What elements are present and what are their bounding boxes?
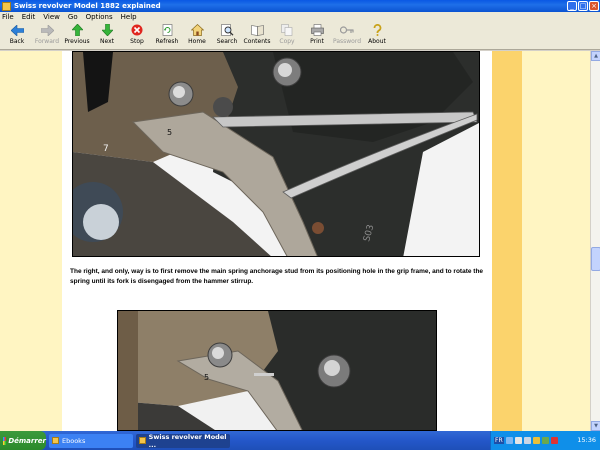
window-title: Swiss revolver Model 1882 explained <box>14 2 161 10</box>
print-icon <box>310 24 324 36</box>
scroll-up-button[interactable]: ▲ <box>591 51 600 61</box>
menu-edit[interactable]: Edit <box>22 13 36 21</box>
home-button[interactable]: Home <box>182 22 212 48</box>
about-icon <box>370 24 384 36</box>
password-button[interactable]: Password <box>332 22 362 48</box>
tray-antivirus-icon[interactable] <box>550 437 558 444</box>
folder-icon <box>52 437 59 444</box>
minimize-button[interactable]: _ <box>567 1 577 11</box>
refresh-button[interactable]: Refresh <box>152 22 182 48</box>
scroll-thumb[interactable] <box>591 247 600 271</box>
ebook-app-icon <box>2 1 11 11</box>
print-label: Print <box>310 38 324 45</box>
copy-button[interactable]: Copy <box>272 22 302 48</box>
back-button[interactable]: Back <box>2 22 32 48</box>
stop-button[interactable]: Stop <box>122 22 152 48</box>
revolver-mechanism-photo: S03 5 7 <box>72 51 480 257</box>
refresh-icon <box>160 24 174 36</box>
instruction-paragraph: The right, and only, way is to first rem… <box>70 268 484 285</box>
taskbar-item-ebooks[interactable]: Ebooks <box>49 433 133 448</box>
page-body: S03 5 7 The right, and only, way is to f… <box>62 51 492 431</box>
ebook-app-icon <box>139 437 146 444</box>
next-label: Next <box>100 38 114 45</box>
next-button[interactable]: Next <box>92 22 122 48</box>
taskbar-item-swiss-revolver[interactable]: Swiss revolver Model ... <box>136 432 230 449</box>
back-arrow-icon <box>10 24 24 36</box>
menu-file[interactable]: File <box>2 13 14 21</box>
home-label: Home <box>188 38 206 45</box>
copy-label: Copy <box>279 38 295 45</box>
search-icon <box>220 24 234 36</box>
revolver-mechanism-photo-2: 5 <box>117 310 437 431</box>
stop-icon <box>130 24 144 36</box>
contents-button[interactable]: Contents <box>242 22 272 48</box>
tray-arrows-icon[interactable] <box>505 437 513 444</box>
menu-help[interactable]: Help <box>121 13 137 21</box>
stop-label: Stop <box>130 38 144 45</box>
right-margin <box>522 51 590 431</box>
previous-label: Previous <box>64 38 90 45</box>
document-view: S03 5 7 The right, and only, way is to f… <box>0 51 590 431</box>
tray-shield-icon[interactable] <box>532 437 540 444</box>
left-margin <box>0 51 62 431</box>
language-indicator[interactable]: FR <box>494 437 504 444</box>
photo2-part-number: 5 <box>204 373 210 382</box>
system-tray: FR 15:36 <box>490 431 600 450</box>
print-button[interactable]: Print <box>302 22 332 48</box>
menu-options[interactable]: Options <box>86 13 113 21</box>
menu-view[interactable]: View <box>43 13 60 21</box>
menu-go[interactable]: Go <box>68 13 78 21</box>
tray-volume-icon[interactable] <box>523 437 531 444</box>
tray-app-icon[interactable] <box>541 437 549 444</box>
back-label: Back <box>9 38 25 45</box>
about-label: About <box>368 38 386 45</box>
title-bar: Swiss revolver Model 1882 explained _ □ … <box>0 0 600 12</box>
contents-label: Contents <box>243 38 271 45</box>
vertical-scrollbar[interactable]: ▲ ▼ <box>590 51 600 431</box>
photo1-part-number: 5 <box>167 128 173 137</box>
clock[interactable]: 15:36 <box>577 436 596 444</box>
down-arrow-icon <box>100 24 114 36</box>
forward-button[interactable]: Forward <box>32 22 62 48</box>
menu-bar: File Edit View Go Options Help <box>0 12 600 22</box>
about-button[interactable]: About <box>362 22 392 48</box>
close-button[interactable]: × <box>589 1 599 11</box>
taskbar-item-label: Ebooks <box>62 436 86 445</box>
photo1-left-number: 7 <box>103 144 109 154</box>
start-label: Démarrer <box>8 436 46 445</box>
forward-arrow-icon <box>40 24 54 36</box>
previous-button[interactable]: Previous <box>62 22 92 48</box>
forward-label: Forward <box>34 38 60 45</box>
search-label: Search <box>216 38 238 45</box>
refresh-label: Refresh <box>155 38 179 45</box>
scroll-down-button[interactable]: ▼ <box>591 421 600 431</box>
right-margin-band <box>492 51 522 431</box>
toolbar: Back Forward Previous Next Stop Refresh <box>0 22 600 50</box>
taskbar: Démarrer Ebooks Swiss revolver Model ...… <box>0 431 600 450</box>
copy-icon <box>280 24 294 36</box>
up-arrow-icon <box>70 24 84 36</box>
windows-logo-icon <box>3 436 7 445</box>
password-label: Password <box>332 38 362 45</box>
start-button[interactable]: Démarrer <box>0 431 46 450</box>
home-icon <box>190 24 204 36</box>
tray-network-icon[interactable] <box>514 437 522 444</box>
contents-icon <box>250 24 264 36</box>
maximize-button[interactable]: □ <box>578 1 588 11</box>
key-icon <box>340 24 354 36</box>
search-button[interactable]: Search <box>212 22 242 48</box>
taskbar-item-label: Swiss revolver Model ... <box>148 432 227 449</box>
